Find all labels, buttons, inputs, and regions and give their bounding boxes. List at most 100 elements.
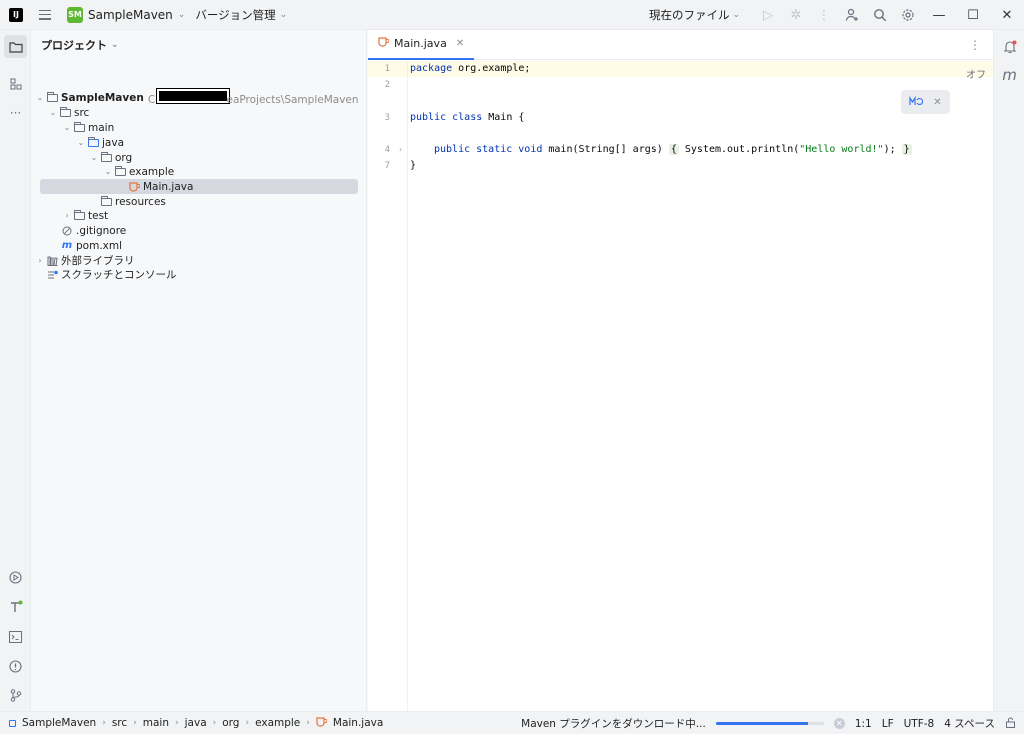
tree-item-path-hint: C eaProjects\SampleMaven [148,88,359,106]
tree-item-label: test [88,209,109,222]
caret-position[interactable]: 1:1 [855,718,872,730]
scratches-icon [46,270,58,280]
run-config-selector[interactable]: 現在のファイル ⌄ [649,7,740,23]
settings-gear-icon[interactable] [894,0,922,30]
chevron-down-icon[interactable]: ⌄ [102,167,114,176]
project-panel-header[interactable]: プロジェクト ⌄ [32,30,366,60]
editor-area: Main.java ✕ ⋮ 1 2 3 4 › 7 package org.ex… [368,30,993,711]
status-bar: SampleMaven › src › main › java › org › … [0,711,1024,734]
breadcrumb-item[interactable]: org [222,717,239,729]
structure-icon[interactable] [4,72,27,95]
background-task-message[interactable]: Maven プラグインをダウンロード中... [521,716,706,731]
code-line-1[interactable]: package org.example; [410,63,530,74]
breadcrumb-item[interactable]: src [112,717,127,729]
chevron-down-icon: ⌄ [111,40,119,50]
readonly-lock-icon[interactable] [1005,717,1016,731]
project-switcher[interactable]: SM SampleMaven ⌄ [67,6,185,23]
code-line-7[interactable]: } [410,160,416,171]
progress-fill [715,722,808,725]
line-separator[interactable]: LF [882,718,894,730]
resources-folder-icon [100,195,112,207]
tree-item-label: main [88,121,115,134]
tab-main-java[interactable]: Main.java ✕ [368,30,475,60]
module-folder-icon [46,91,58,103]
cancel-task-icon[interactable]: ✕ [833,718,845,729]
indent-setting[interactable]: 4 スペース [944,716,995,731]
tree-item-pom[interactable]: m pom.xml [61,238,122,253]
tree-item-label: example [129,165,175,178]
debug-icon[interactable]: ✲ [782,0,810,30]
breadcrumb-item[interactable]: example [255,717,300,729]
chevron-down-icon[interactable]: ⌄ [61,123,73,132]
add-user-icon[interactable] [838,0,866,30]
vcs-menu[interactable]: バージョン管理 ⌄ [195,7,287,23]
line-number-gutter: 1 2 3 4 › 7 [368,61,408,711]
file-encoding[interactable]: UTF-8 [904,718,935,730]
code-line-3[interactable]: public class Main { [410,112,524,123]
minimize-button[interactable]: — [922,0,956,30]
main-menu-icon[interactable] [39,9,51,20]
problems-icon[interactable] [4,655,27,678]
chevron-down-icon: ⌄ [279,9,288,20]
tree-item-java[interactable]: ⌄ java [75,135,124,150]
maven-tool-icon[interactable]: m [998,63,1021,86]
tabs-more-icon[interactable]: ⋮ [969,38,981,52]
tree-item-root[interactable]: ⌄ SampleMaven C eaProjects\SampleMaven [34,88,359,106]
tree-item-test[interactable]: › test [61,208,108,223]
intellij-logo-icon[interactable]: IJ [9,7,23,22]
folded-region[interactable]: } [901,144,912,155]
close-window-button[interactable]: ✕ [990,0,1024,30]
more-actions-icon[interactable]: ⋮ [810,0,838,30]
tree-item-label: スクラッチとコンソール [61,269,177,281]
build-hammer-icon[interactable] [4,595,27,618]
line-number: 3 [384,113,390,123]
close-tab-icon[interactable]: ✕ [456,38,464,49]
chevron-down-icon[interactable]: ⌄ [34,93,46,102]
breadcrumb-item[interactable]: SampleMaven [22,717,96,729]
code-line-4[interactable]: public static void main(String[] args) {… [434,144,912,155]
source-folder-icon [87,136,99,148]
line-number: 7 [384,161,390,171]
chevron-down-icon[interactable]: ⌄ [88,153,100,162]
close-popup-icon[interactable]: ✕ [933,97,941,108]
breadcrumb-item[interactable]: main [143,717,169,729]
chevron-down-icon[interactable]: ⌄ [47,108,59,117]
tree-item-src[interactable]: ⌄ src [47,105,89,120]
breadcrumb-item[interactable]: java [185,717,207,729]
maven-reload-icon[interactable] [909,95,924,110]
tab-label: Main.java [394,37,447,50]
tree-item-external-libraries[interactable]: › 外部ライブラリ [34,253,134,268]
terminal-icon[interactable] [4,625,27,648]
chevron-right-icon[interactable]: › [61,211,73,220]
run-config-label: 現在のファイル [648,8,730,22]
maximize-button[interactable]: ☐ [956,0,990,30]
git-branch-icon[interactable] [4,684,27,707]
search-icon[interactable] [866,0,894,30]
services-run-icon[interactable] [4,566,27,589]
tree-item-org[interactable]: ⌄ org [88,150,132,165]
run-icon[interactable]: ▷ [754,0,782,30]
fold-expand-icon[interactable]: › [399,145,402,154]
tree-item-main-java[interactable]: Main.java [128,179,193,194]
package-folder-icon [114,165,126,177]
line-number: 4 [384,145,390,155]
chevron-down-icon[interactable]: ⌄ [75,138,87,147]
more-tools-icon[interactable]: ··· [4,101,27,124]
background-task-progress [715,722,824,725]
tree-item-gitignore[interactable]: .gitignore [61,223,126,238]
line-number: 2 [384,80,390,90]
maven-reload-popup: ✕ [901,90,950,114]
library-icon [46,256,58,266]
chevron-right-icon[interactable]: › [34,256,46,265]
tree-item-scratches[interactable]: スクラッチとコンソール [34,267,177,282]
tree-item-example[interactable]: ⌄ example [102,164,174,179]
maven-file-icon: m [61,240,73,251]
selection-highlight [40,179,358,194]
project-tool-folder-icon[interactable] [4,35,27,58]
notifications-bell-icon[interactable] [998,35,1021,58]
tree-item-resources[interactable]: resources [88,194,166,209]
folded-region[interactable]: { [668,144,679,155]
tree-item-main[interactable]: ⌄ main [61,120,114,135]
breadcrumb-item[interactable]: Main.java [333,717,383,729]
inlay-hints-toggle[interactable]: オフ [966,66,986,81]
